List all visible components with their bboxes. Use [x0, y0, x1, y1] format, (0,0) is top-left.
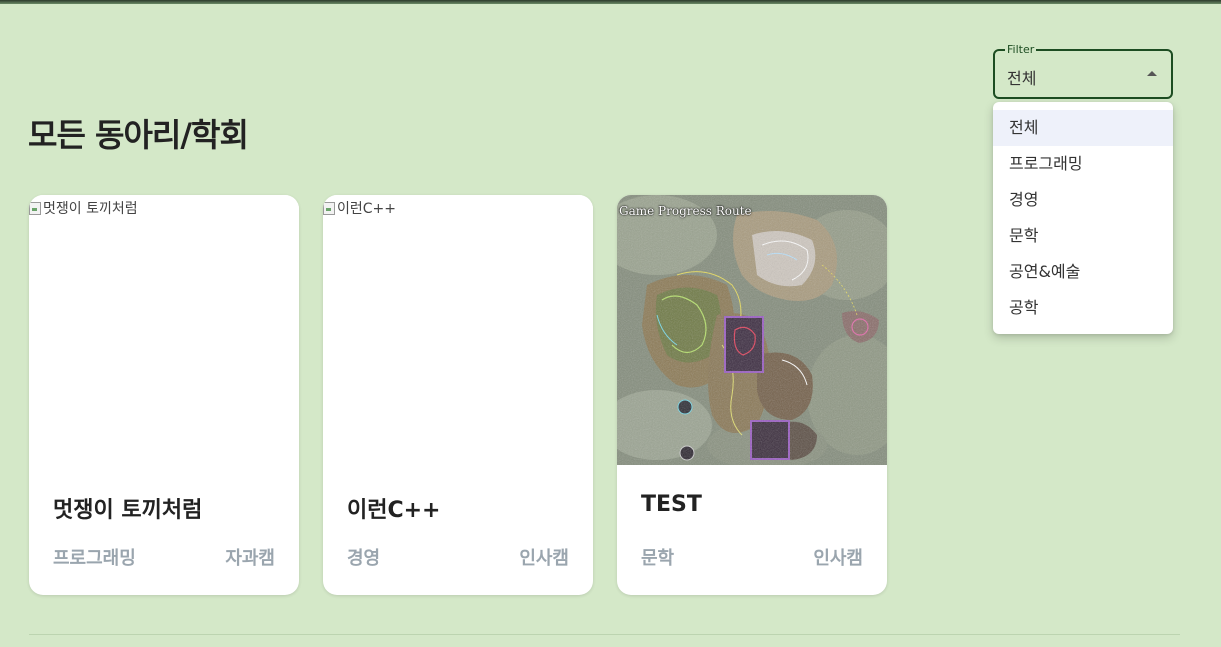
- club-campus: 인사캠: [813, 548, 863, 569]
- filter-option-engineering[interactable]: 공학: [993, 290, 1173, 326]
- club-campus: 자과캠: [225, 548, 275, 569]
- filter-select[interactable]: Filter 전체: [993, 43, 1173, 99]
- filter-option-all[interactable]: 전체: [993, 110, 1173, 146]
- club-name: TEST: [641, 492, 702, 517]
- club-card-image: Game Progress Route: [617, 195, 887, 465]
- club-card-image: 멋쟁이 토끼처럼: [29, 195, 299, 465]
- club-campus: 인사캠: [519, 548, 569, 569]
- image-alt-text: 멋쟁이 토끼처럼: [43, 201, 138, 217]
- map-caption: Game Progress Route: [619, 204, 752, 218]
- broken-image-icon: [323, 201, 335, 215]
- broken-image-icon: [29, 201, 41, 215]
- club-category: 문학: [641, 548, 675, 569]
- club-name: 멋쟁이 토끼처럼: [53, 498, 203, 523]
- page-title: 모든 동아리/학회: [28, 116, 249, 154]
- broken-image: 이런C++: [323, 198, 396, 218]
- map-image: [617, 195, 887, 465]
- club-category: 경영: [347, 548, 381, 569]
- top-strip: [0, 0, 1221, 4]
- filter-option-business[interactable]: 경영: [993, 182, 1173, 218]
- club-card-image: 이런C++: [323, 195, 593, 465]
- broken-image: 멋쟁이 토끼처럼: [29, 198, 138, 218]
- filter-label: Filter: [1005, 43, 1037, 57]
- image-alt-text: 이런C++: [337, 201, 396, 217]
- filter-option-performance-arts[interactable]: 공연&예술: [993, 254, 1173, 290]
- club-card[interactable]: 멋쟁이 토끼처럼 멋쟁이 토끼처럼 프로그래밍 자과캠: [29, 195, 299, 595]
- club-card[interactable]: Game Progress Route TEST 문학 인사캠: [617, 195, 887, 595]
- club-category: 프로그래밍: [53, 548, 136, 569]
- filter-option-literature[interactable]: 문학: [993, 218, 1173, 254]
- filter-option-programming[interactable]: 프로그래밍: [993, 146, 1173, 182]
- club-card[interactable]: 이런C++ 이런C++ 경영 인사캠: [323, 195, 593, 595]
- filter-selected-value: 전체: [1007, 69, 1037, 88]
- filter-dropdown-menu: 전체 프로그래밍 경영 문학 공연&예술 공학: [993, 102, 1173, 334]
- caret-up-icon[interactable]: [1147, 71, 1157, 76]
- section-divider: [29, 634, 1180, 635]
- club-name: 이런C++: [347, 498, 441, 523]
